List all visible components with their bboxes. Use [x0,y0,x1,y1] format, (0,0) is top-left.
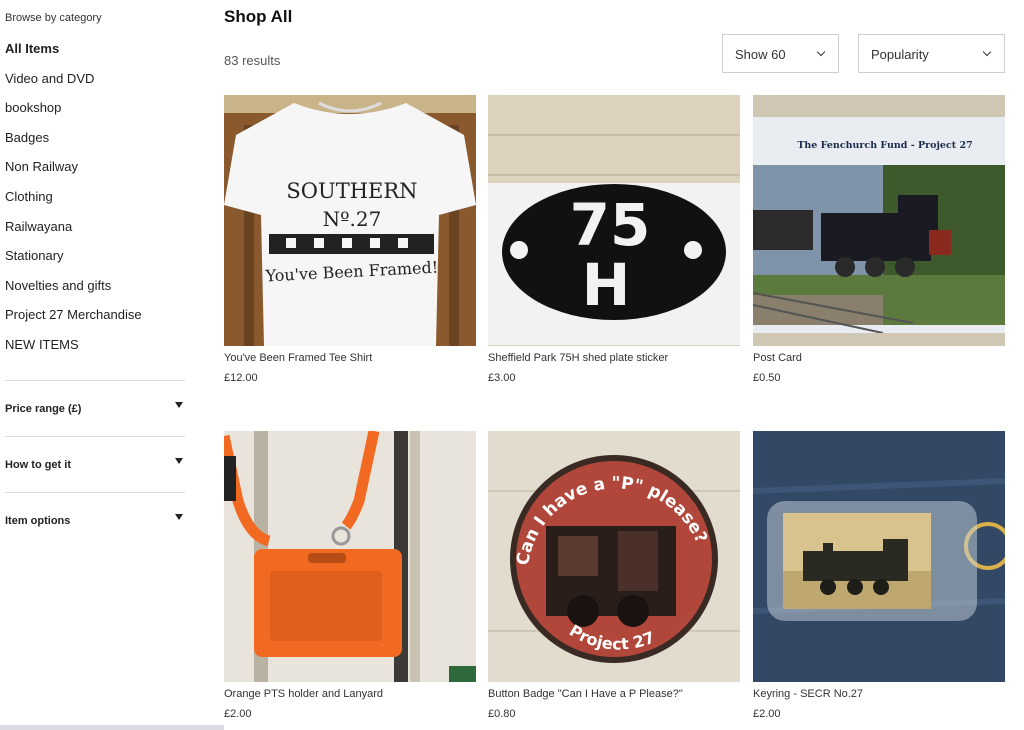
filter-how-to-get-it-label: How to get it [5,459,71,471]
product-image-keyring[interactable] [753,431,1005,682]
horizontal-scrollbar[interactable] [0,725,224,730]
tee-print-line2: Nº.27 [323,207,382,231]
chevron-down-icon [982,47,992,57]
show-per-page-select[interactable]: Show 60 [722,34,839,73]
filter-item-options[interactable]: Item options [5,492,185,548]
category-item-new-items[interactable]: NEW ITEMS [5,336,185,366]
sort-value: Popularity [871,47,929,62]
page-title: Shop All [224,7,293,26]
product-image-tee-shirt[interactable]: SOUTHERN Nº.27 You've Been Framed! [224,95,476,346]
browse-by-category-label: Browse by category [5,12,102,24]
product-image-button-badge[interactable]: Can I have a "P" please? Project 27 [488,431,740,682]
product-name[interactable]: Orange PTS holder and Lanyard [224,688,476,700]
product-price: £12.00 [224,372,258,384]
product-card[interactable]: The Fenchurch Fund - Project 27 Post Car… [753,95,1005,384]
product-price: £3.00 [488,372,516,384]
product-card[interactable]: Orange PTS holder and Lanyard £2.00 [224,431,476,720]
sort-select[interactable]: Popularity [858,34,1005,73]
filter-item-options-label: Item options [5,515,71,527]
product-card[interactable]: 75 H Sheffield Park 75H shed plate stick… [488,95,740,384]
sticker-letter: H [582,251,631,319]
category-list: All Items Video and DVD bookshop Badges … [5,40,185,366]
category-item-bookshop[interactable]: bookshop [5,99,185,129]
category-item-clothing[interactable]: Clothing [5,188,185,218]
category-item-railwayana[interactable]: Railwayana [5,218,185,248]
category-item-stationary[interactable]: Stationary [5,247,185,277]
product-image-pts-holder-lanyard[interactable] [224,431,476,682]
category-item-project-27[interactable]: Project 27 Merchandise [5,306,185,336]
category-item-novelties-gifts[interactable]: Novelties and gifts [5,277,185,307]
show-per-page-value: Show 60 [735,47,786,62]
category-item-video-dvd[interactable]: Video and DVD [5,70,185,100]
tee-print-line1: SOUTHERN [286,179,417,203]
product-card[interactable]: Keyring - SECR No.27 £2.00 [753,431,1005,720]
filter-price-range-label: Price range (£) [5,403,82,415]
category-item-all-items[interactable]: All Items [5,40,185,70]
filter-price-range[interactable]: Price range (£) [5,380,185,436]
product-name[interactable]: Keyring - SECR No.27 [753,688,1005,700]
category-item-non-railway[interactable]: Non Railway [5,158,185,188]
product-card[interactable]: Can I have a "P" please? Project 27 Butt… [488,431,740,720]
product-price: £0.80 [488,708,516,720]
product-image-75h-sticker[interactable]: 75 H [488,95,740,346]
caret-down-icon [175,402,183,408]
product-price: £0.50 [753,372,781,384]
caret-down-icon [175,514,183,520]
product-name[interactable]: Sheffield Park 75H shed plate sticker [488,352,740,364]
product-name[interactable]: Button Badge "Can I Have a P Please?" [488,688,740,700]
product-price: £2.00 [224,708,252,720]
category-item-badges[interactable]: Badges [5,129,185,159]
postcard-caption: The Fenchurch Fund - Project 27 [797,140,972,151]
product-card[interactable]: SOUTHERN Nº.27 You've Been Framed! You'v… [224,95,476,384]
sticker-number: 75 [570,191,651,259]
filter-how-to-get-it[interactable]: How to get it [5,436,185,492]
caret-down-icon [175,458,183,464]
product-name[interactable]: You've Been Framed Tee Shirt [224,352,476,364]
chevron-down-icon [816,47,826,57]
product-price: £2.00 [753,708,781,720]
product-image-post-card[interactable]: The Fenchurch Fund - Project 27 [753,95,1005,346]
product-name[interactable]: Post Card [753,352,1005,364]
results-count: 83 results [224,53,281,68]
